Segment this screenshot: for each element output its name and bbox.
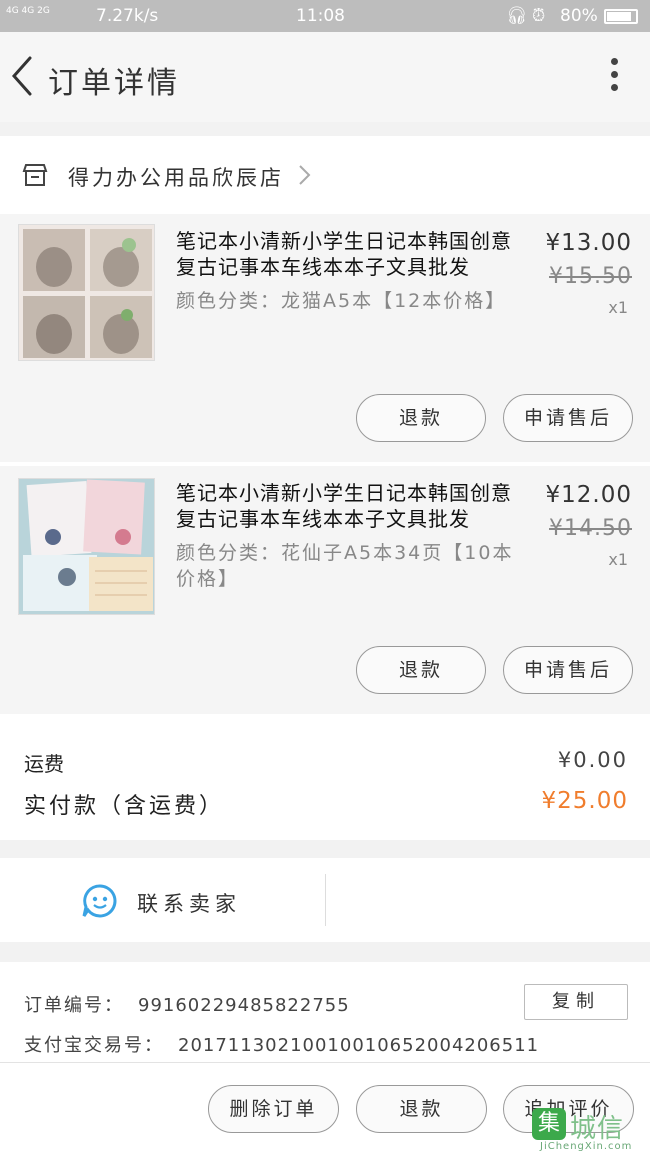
more-menu-button[interactable]: [608, 58, 620, 98]
product-spec: 颜色分类：花仙子A5本34页【10本价格】: [176, 542, 514, 590]
product-original-price: ¥15.50: [549, 264, 632, 289]
product-quantity: x1: [608, 298, 628, 317]
product-price: ¥12.00: [545, 482, 632, 508]
back-button[interactable]: [8, 54, 36, 98]
product-spec: 颜色分类：龙猫A5本【12本价格】: [176, 290, 507, 312]
alarm-icon: ⏰︎: [532, 6, 546, 26]
order-number: 99160229485822755: [138, 995, 350, 1016]
product-thumbnail[interactable]: [18, 478, 155, 615]
alipay-number-label: 支付宝交易号：: [24, 1035, 164, 1056]
after-sale-button[interactable]: 申请售后: [503, 394, 633, 442]
page-title: 订单详情: [48, 66, 180, 101]
product-original-price: ¥14.50: [549, 516, 632, 541]
after-sale-button[interactable]: 申请售后: [503, 646, 633, 694]
app-header: 订单详情: [0, 32, 650, 122]
chat-bubble-icon[interactable]: [82, 883, 118, 919]
alipay-number-row: 支付宝交易号： 20171130210010010652004206511: [24, 1031, 539, 1057]
refund-button[interactable]: 退款: [356, 1085, 487, 1133]
contact-seller-button[interactable]: 联系卖家: [137, 888, 241, 918]
product-quantity: x1: [608, 550, 628, 569]
store-icon: [22, 162, 48, 188]
fee-summary: 运费 ¥0.00 实付款（含运费） ¥25.00: [0, 714, 650, 840]
copy-button[interactable]: 复制: [524, 984, 628, 1020]
product-title[interactable]: 笔记本小清新小学生日记本韩国创意复古记事本车线本本子文具批发: [176, 228, 531, 280]
product-thumbnail[interactable]: [18, 224, 155, 361]
refund-button[interactable]: 退款: [356, 394, 486, 442]
product-title[interactable]: 笔记本小清新小学生日记本韩国创意复古记事本车线本本子文具批发: [176, 480, 531, 532]
store-name[interactable]: 得力办公用品欣辰店: [68, 162, 284, 192]
order-item: 笔记本小清新小学生日记本韩国创意复古记事本车线本本子文具批发 颜色分类：龙猫A5…: [0, 214, 650, 462]
shipping-label: 运费: [24, 752, 64, 776]
headset-icon: 🎧︎: [506, 6, 528, 26]
status-bar: 4G 4G 2G 7.27k/s 11:08 🎧︎ ⏰︎ 80%: [0, 0, 650, 32]
delete-order-button[interactable]: 删除订单: [208, 1085, 339, 1133]
store-row[interactable]: 得力办公用品欣辰店: [0, 136, 650, 214]
order-number-row: 订单编号： 99160229485822755: [24, 991, 350, 1017]
chevron-left-icon: [11, 56, 32, 96]
network-speed: 7.27k/s: [96, 6, 159, 26]
alipay-number: 20171130210010010652004206511: [178, 1035, 540, 1056]
refund-button[interactable]: 退款: [356, 646, 486, 694]
product-price: ¥13.00: [545, 230, 632, 256]
watermark-text: 城信: [570, 1114, 625, 1144]
order-number-label: 订单编号：: [24, 995, 124, 1016]
clock: 11:08: [296, 6, 345, 26]
network-indicator: 4G 4G 2G: [6, 6, 50, 16]
order-item: 笔记本小清新小学生日记本韩国创意复古记事本车线本本子文具批发 颜色分类：花仙子A…: [0, 466, 650, 714]
order-info: 订单编号： 99160229485822755 复制 支付宝交易号： 2017113…: [0, 962, 650, 1062]
paid-value: ¥25.00: [541, 788, 628, 814]
watermark: 集 城信 JiChengXin.com: [532, 1108, 650, 1155]
paid-label: 实付款（含运费）: [24, 794, 225, 819]
watermark-url: JiChengXin.com: [540, 1141, 633, 1152]
watermark-logo: 集: [532, 1108, 566, 1140]
battery-percent: 80%: [560, 6, 598, 26]
battery-icon: [604, 9, 638, 24]
more-icon: [610, 58, 618, 65]
contact-seller-bar: 联系卖家: [0, 858, 650, 942]
chevron-right-icon: [296, 164, 312, 186]
shipping-value: ¥0.00: [557, 748, 628, 772]
divider: [325, 874, 326, 926]
